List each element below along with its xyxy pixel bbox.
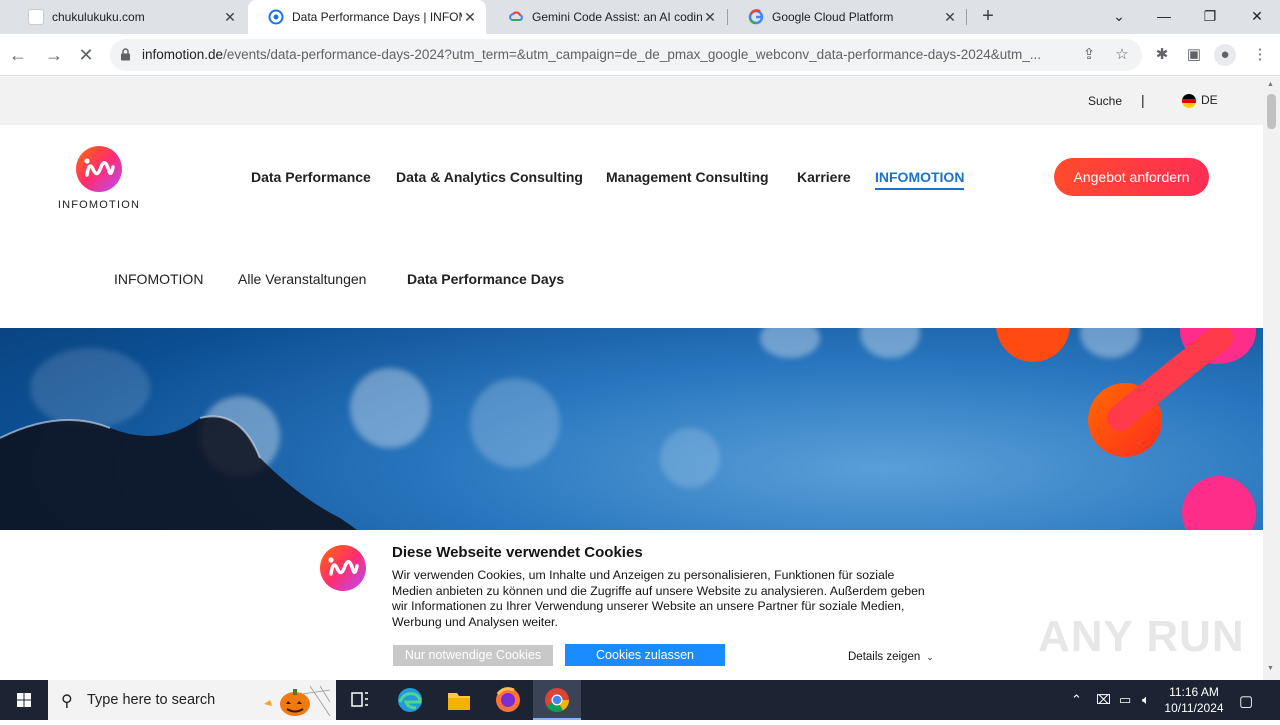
google-icon <box>748 9 764 25</box>
network-icon[interactable]: ▭ <box>1119 692 1131 708</box>
stop-loading-icon[interactable]: ✕ <box>74 43 98 67</box>
browser-tab[interactable]: Google Cloud Platform ✕ <box>728 0 966 34</box>
halloween-pumpkin-icon <box>264 685 331 717</box>
details-label: Details zeigen <box>848 651 921 663</box>
allow-cookies-button[interactable]: Cookies zulassen <box>565 644 725 666</box>
breadcrumb: INFOMOTION Alle Veranstaltungen Data Per… <box>0 231 1263 328</box>
nav-data-performance[interactable]: Data Performance <box>251 169 371 185</box>
windows-logo-icon <box>17 693 31 707</box>
close-icon[interactable]: ✕ <box>222 9 238 26</box>
new-tab-button[interactable]: + <box>977 5 999 27</box>
tab-separator <box>966 9 967 25</box>
breadcrumb-current: Data Performance Days <box>407 271 565 287</box>
request-offer-button[interactable]: Angebot anfordern <box>1054 158 1209 196</box>
site-topbar: Suche | DE <box>0 77 1263 125</box>
taskbar-search-placeholder: Type here to search <box>87 692 216 708</box>
start-button[interactable] <box>0 680 48 720</box>
close-icon[interactable]: ✕ <box>702 9 718 26</box>
show-details-toggle[interactable]: Details zeigen ⌄ <box>848 651 934 663</box>
german-flag-icon[interactable] <box>1182 94 1196 108</box>
bokeh-light <box>860 328 920 358</box>
scroll-down-icon[interactable]: ▼ <box>1267 665 1274 672</box>
restore-button[interactable]: ❐ <box>1198 4 1222 28</box>
edge-browser-icon[interactable] <box>386 680 434 720</box>
extensions-icon[interactable]: ✱ <box>1151 44 1173 66</box>
taskbar-search-box[interactable]: ⚲ Type here to search <box>48 680 336 720</box>
url-host: infomotion.de <box>142 47 224 62</box>
nav-infomotion[interactable]: INFOMOTION <box>875 169 965 190</box>
close-icon[interactable]: ✕ <box>942 9 958 26</box>
clock-time: 11:16 AM <box>1169 685 1219 699</box>
tab-search-icon[interactable]: ⌄ <box>1107 4 1131 28</box>
anyrun-watermark: ANY RUN <box>1038 612 1245 661</box>
page-scrollbar[interactable]: ▲ ▼ <box>1263 77 1280 680</box>
task-view-icon[interactable] <box>336 680 384 720</box>
tab-title: chukulukuku.com <box>52 10 145 24</box>
web-page: Suche | DE INFOMOTION Data Performance D… <box>0 77 1263 680</box>
system-clock[interactable]: 11:16 AM 10/11/2024 <box>1160 684 1228 716</box>
browser-tab[interactable]: Gemini Code Assist: an AI coding assista… <box>488 0 726 34</box>
scrollbar-thumb[interactable] <box>1267 94 1276 129</box>
breadcrumb-item[interactable]: INFOMOTION <box>114 271 203 287</box>
menu-kebab-icon[interactable]: ⋮ <box>1249 44 1271 66</box>
tray-chevron-up-icon[interactable]: ⌃ <box>1071 692 1082 708</box>
clock-date: 10/11/2024 <box>1164 701 1224 715</box>
gcloud-icon <box>508 9 524 25</box>
infomotion-logo-mark <box>320 545 366 591</box>
nav-data-analytics-consulting[interactable]: Data & Analytics Consulting <box>396 169 583 185</box>
browser-tab[interactable]: chukulukuku.com ✕ <box>8 0 246 34</box>
logo-wordmark: INFOMOTION <box>57 199 141 211</box>
tab-title: Google Cloud Platform <box>772 10 894 24</box>
profile-avatar-icon[interactable]: ● <box>1214 44 1236 66</box>
language-switch[interactable]: DE <box>1201 93 1218 107</box>
url-path: /events/data-performance-days-2024?utm_t… <box>223 47 1042 62</box>
minimize-button[interactable]: — <box>1152 4 1176 28</box>
url-text: infomotion.de/events/data-performance-da… <box>142 47 1072 62</box>
globe-icon <box>268 9 284 25</box>
browser-toolbar: ← → ✕ infomotion.de/events/data-performa… <box>0 34 1280 76</box>
tab-title: Data Performance Days | INFOMOTION <box>292 10 462 24</box>
chrome-icon[interactable] <box>533 680 581 720</box>
side-panel-icon[interactable]: ▣ <box>1183 44 1205 66</box>
topbar-divider: | <box>1141 92 1145 108</box>
browser-tab-active[interactable]: Data Performance Days | INFOMOTION ✕ <box>248 0 486 34</box>
chevron-down-icon: ⌄ <box>926 652 934 662</box>
infomotion-logo-mark <box>76 146 122 192</box>
tab-title: Gemini Code Assist: an AI coding assista… <box>532 10 702 24</box>
bokeh-light <box>470 378 560 468</box>
bokeh-light <box>660 428 720 488</box>
nav-karriere[interactable]: Karriere <box>797 169 851 185</box>
back-button[interactable]: ← <box>6 43 30 67</box>
bokeh-light <box>760 328 820 358</box>
volume-icon[interactable]: 🔈︎ <box>1142 692 1150 708</box>
bookmark-star-icon[interactable]: ☆ <box>1113 46 1131 64</box>
lock-icon <box>121 48 130 61</box>
close-window-button[interactable]: ✕ <box>1245 4 1269 28</box>
notifications-icon[interactable]: ▢ <box>1239 692 1253 710</box>
breadcrumb-item[interactable]: Alle Veranstaltungen <box>238 271 366 287</box>
windows-taskbar: ⚲ Type here to search ⌃ ⌧ ▭ 🔈︎ 11:16 AM … <box>0 680 1280 720</box>
site-logo[interactable]: INFOMOTION <box>53 145 145 211</box>
main-navigation: INFOMOTION Data Performance Data & Analy… <box>0 125 1263 231</box>
decorative-orb <box>996 328 1070 362</box>
scroll-up-icon[interactable]: ▲ <box>1267 81 1274 88</box>
share-icon[interactable]: ⇪ <box>1080 46 1098 64</box>
address-bar[interactable]: infomotion.de/events/data-performance-da… <box>110 39 1142 71</box>
close-icon[interactable]: ✕ <box>462 9 478 26</box>
decorative-connector <box>1107 328 1233 431</box>
browser-tab-strip: chukulukuku.com ✕ Data Performance Days … <box>0 0 1280 34</box>
forward-button[interactable]: → <box>42 43 66 67</box>
file-explorer-icon[interactable] <box>435 680 483 720</box>
necessary-cookies-button[interactable]: Nur notwendige Cookies <box>393 645 553 666</box>
search-link[interactable]: Suche <box>1088 94 1122 108</box>
cookie-body: Wir verwenden Cookies, um Inhalte und An… <box>392 568 925 629</box>
nav-management-consulting[interactable]: Management Consulting <box>606 169 769 185</box>
cookie-title: Diese Webseite verwendet Cookies <box>392 544 643 561</box>
page-icon <box>28 9 44 25</box>
tray-device-icon[interactable]: ⌧ <box>1096 692 1111 708</box>
search-icon: ⚲ <box>61 693 73 710</box>
firefox-icon[interactable] <box>484 680 532 720</box>
cookie-banner: Diese Webseite verwendet Cookies Wir ver… <box>0 530 1263 680</box>
